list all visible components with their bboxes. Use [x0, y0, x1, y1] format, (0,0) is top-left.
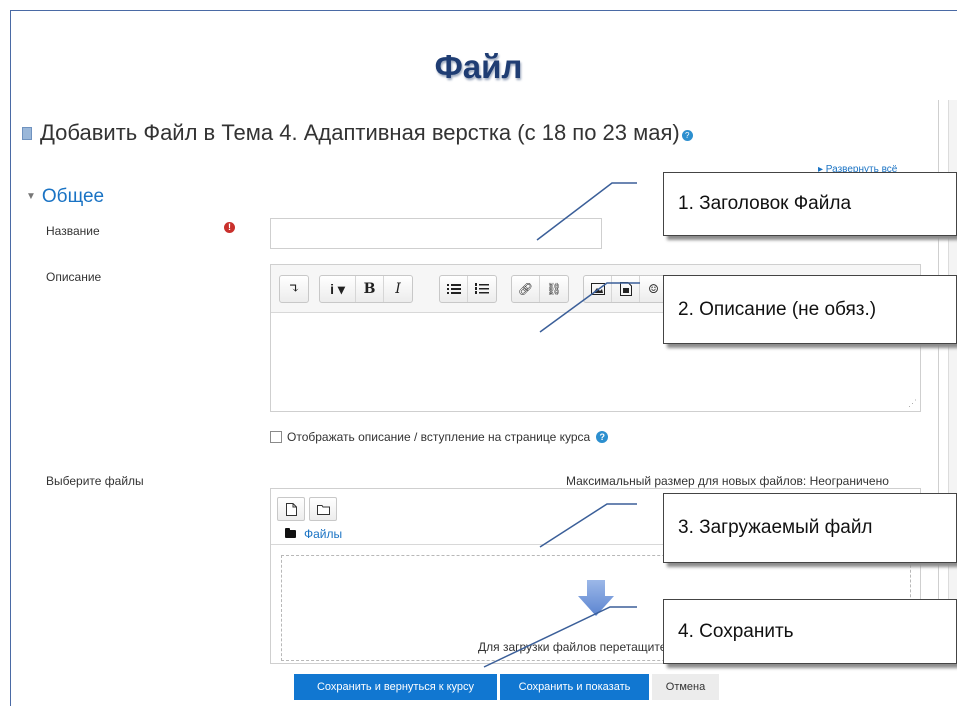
create-folder-icon[interactable] — [309, 497, 337, 521]
collapse-icon[interactable]: ↴ — [280, 276, 308, 302]
italic-icon[interactable]: I — [384, 276, 412, 302]
show-description-row: Отображать описание / вступление на стра… — [270, 430, 609, 444]
toolbar-group-format: i ▾ B I — [319, 275, 413, 303]
show-description-checkbox[interactable] — [270, 431, 282, 443]
section-general-title: Общее — [41, 186, 105, 207]
ordered-list-icon[interactable] — [468, 276, 496, 302]
description-label: Описание — [46, 270, 102, 284]
files-breadcrumb-label: Файлы — [304, 527, 343, 541]
file-icon — [22, 127, 32, 140]
drop-zone-text: Для загрузки файлов перетащите — [478, 640, 667, 654]
download-arrow-icon — [578, 580, 614, 616]
callout-4: 4. Сохранить — [663, 599, 957, 664]
paragraph-style-icon[interactable]: i ▾ — [320, 276, 356, 302]
slide-frame-top — [10, 10, 957, 11]
name-label: Название — [46, 224, 100, 238]
name-input[interactable] — [270, 218, 602, 249]
unlink-icon[interactable]: ⛓ — [540, 276, 568, 302]
toolbar-group-collapse: ↴ — [279, 275, 309, 303]
cancel-button[interactable]: Отмена — [652, 674, 719, 700]
toolbar-group-lists — [439, 275, 497, 303]
slide-frame-left — [10, 10, 11, 706]
section-general-header[interactable]: ▼ Общее — [26, 186, 104, 208]
media-icon[interactable] — [612, 276, 640, 302]
callout-4-text: 4. Сохранить — [678, 620, 794, 642]
folder-icon — [285, 528, 296, 538]
bold-icon[interactable]: B — [356, 276, 384, 302]
callout-2: 2. Описание (не обяз.) — [663, 275, 957, 344]
link-icon[interactable]: 🔗︎ — [512, 276, 540, 302]
callout-3-text: 3. Загружаемый файл — [678, 517, 873, 538]
image-icon[interactable] — [584, 276, 612, 302]
toolbar-group-links: 🔗︎ ⛓ — [511, 275, 569, 303]
resize-grip-icon[interactable]: ⋰ — [908, 398, 917, 409]
callout-1-text: 1. Заголовок Файла — [678, 193, 852, 214]
callout-2-text: 2. Описание (не обяз.) — [678, 298, 877, 320]
callout-3: 3. Загружаемый файл — [663, 493, 957, 563]
save-and-display-button[interactable]: Сохранить и показать — [500, 674, 649, 700]
unordered-list-icon[interactable] — [440, 276, 468, 302]
callout-1: 1. Заголовок Файла — [663, 172, 957, 236]
save-and-return-button[interactable]: Сохранить и вернуться к курсу — [294, 674, 497, 700]
files-breadcrumb[interactable]: Файлы — [285, 527, 342, 541]
collapse-triangle-icon: ▼ — [26, 191, 36, 202]
help-icon[interactable]: ? — [596, 431, 609, 443]
page-heading: Добавить Файл в Тема 4. Адаптивная верст… — [22, 120, 693, 146]
max-size-text: Максимальный размер для новых файлов: Не… — [566, 474, 889, 488]
required-icon: ! — [224, 222, 235, 233]
help-icon[interactable]: ? — [681, 130, 693, 141]
page-heading-text: Добавить Файл в Тема 4. Адаптивная верст… — [40, 120, 680, 145]
add-file-icon[interactable] — [277, 497, 305, 521]
slide-title: Файл — [434, 48, 523, 85]
show-description-label: Отображать описание / вступление на стра… — [287, 430, 591, 444]
select-files-label: Выберите файлы — [46, 474, 144, 488]
